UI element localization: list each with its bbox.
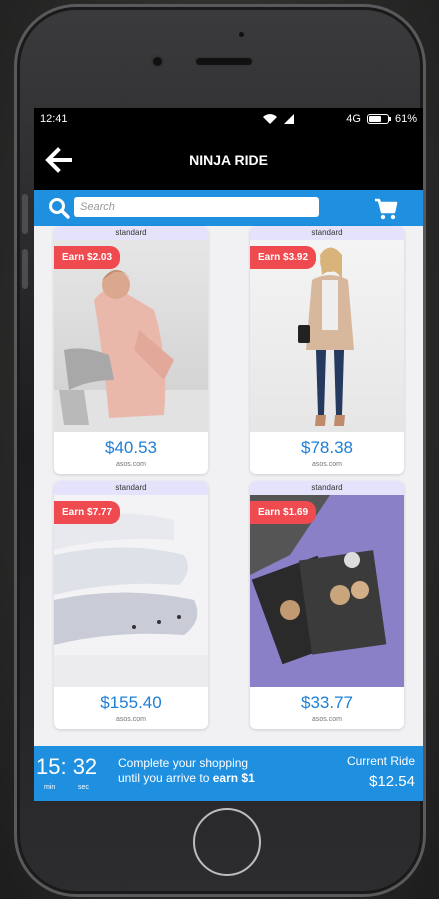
product-store: asos.com [116,716,146,723]
front-camera [153,57,162,66]
ride-message: Complete your shopping until you arrive … [118,756,255,786]
phone-screen: 12:41 4G 61% NINJA RIDE Search standard … [34,108,423,801]
back-arrow-icon[interactable] [42,144,74,176]
product-card[interactable]: standard Earn $2.03 $40.53 asos.com [54,226,208,474]
product-card[interactable]: standard Earn $1.69 $33.77 asos.com [250,481,404,729]
battery-percent: 61% [394,113,417,125]
app-header: NINJA RIDE [34,130,423,190]
product-price: $78.38 [301,438,353,457]
product-tag: standard [54,226,208,240]
product-store: asos.com [116,461,146,468]
ride-status-bar: 15: 32 min sec Complete your shopping un… [34,746,423,801]
earn-badge: Earn $7.77 [54,501,121,524]
home-button[interactable] [193,808,261,876]
earpiece-speaker [196,58,252,65]
ride-message-earn: earn $1 [212,771,255,785]
product-store: asos.com [312,461,342,468]
product-price: $33.77 [301,693,353,712]
wifi-icon [263,114,278,124]
app-title: NINJA RIDE [189,152,268,168]
product-tag: standard [54,481,208,495]
product-image[interactable]: Earn $2.03 [54,240,208,432]
search-bar [34,190,423,226]
earn-badge: Earn $1.69 [250,501,317,524]
current-ride-value: $12.54 [369,773,415,790]
network-type: 4G [346,113,361,125]
current-ride-label: Current Ride [346,754,415,768]
status-bar: 12:41 4G 61% [34,108,423,130]
countdown-timer: 15: 32 [36,754,98,779]
search-icon[interactable] [48,197,70,219]
product-image[interactable]: Earn $3.92 [250,240,404,432]
product-card[interactable]: standard Earn $3.92 $78.38 asos.com [250,226,404,474]
ride-message-line2: until you arrive to [118,771,213,785]
product-image[interactable]: Earn $1.69 [250,495,404,687]
product-tag: standard [250,226,404,240]
product-price: $40.53 [105,438,157,457]
status-time: 12:41 [40,113,68,125]
earn-badge: Earn $2.03 [54,246,121,269]
shopping-cart-icon[interactable] [374,198,398,220]
battery-icon [366,114,391,124]
earn-badge: Earn $3.92 [250,246,317,269]
product-image[interactable]: Earn $7.77 [54,495,208,687]
product-price: $155.40 [100,693,162,712]
timer-min-label: min [44,784,56,791]
search-input[interactable] [74,197,319,217]
proximity-sensor [239,32,244,37]
timer-sec-label: sec [78,784,89,791]
signal-icon [284,114,295,124]
volume-up-button [22,194,28,234]
product-store: asos.com [312,716,342,723]
volume-down-button [22,249,28,289]
product-card[interactable]: standard Earn $7.77 $155.40 asos.com [54,481,208,729]
product-tag: standard [250,481,404,495]
ride-message-line1: Complete your shopping [118,756,249,770]
